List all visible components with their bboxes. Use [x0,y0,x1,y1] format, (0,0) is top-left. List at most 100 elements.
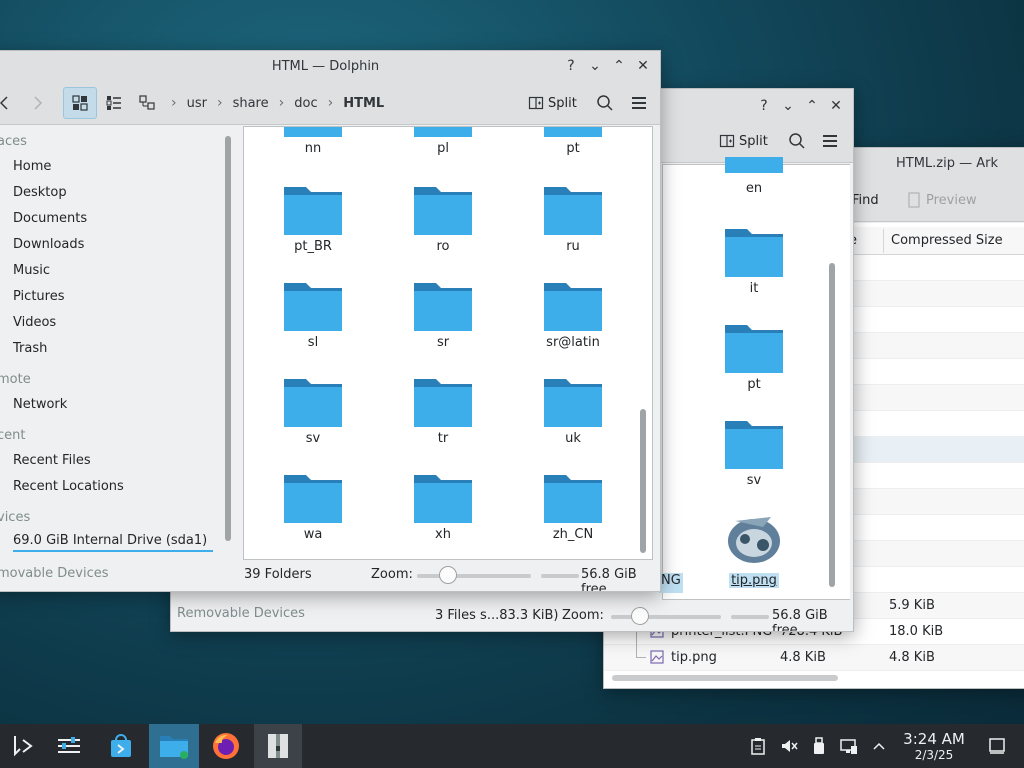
sidebar-item-music[interactable]: Music [13,263,50,278]
minimize-icon[interactable]: ⌄ [779,98,797,114]
sidebar-item-pictures[interactable]: Pictures [13,289,64,304]
dolphin-titlebar[interactable]: HTML — Dolphin [0,51,660,81]
sidebar-item-label: Network [13,397,68,412]
clipboard-icon[interactable] [750,737,766,755]
forward-button[interactable] [31,91,45,115]
sidebar-item-videos[interactable]: Videos [13,315,56,330]
help-icon[interactable]: ? [755,98,773,114]
search-button[interactable] [596,91,614,115]
chevron-right-icon: › [278,95,285,111]
folder-item[interactable]: pt [699,321,809,392]
folder-icon [284,187,342,235]
split-button[interactable]: Split [528,91,577,115]
breadcrumb-share[interactable]: share [233,96,269,111]
folder-item[interactable]: ru [518,183,628,254]
menu-button[interactable] [630,91,648,115]
sidebar-item-internal-drive[interactable]: 69.0 GiB Internal Drive (sda1) [13,533,207,548]
close-icon[interactable]: ✕ [827,98,845,114]
clock[interactable]: 3:24 AM 2/3/25 [898,730,970,762]
table-row[interactable]: tip.png 4.8 KiB 4.8 KiB [604,625,1024,671]
dolphin2-scroll-thumb[interactable] [829,263,835,587]
folder-item[interactable]: wa [258,471,368,542]
dolphin-task[interactable] [149,724,199,768]
folder-icon [414,283,472,331]
folder-item[interactable]: xh [388,471,498,542]
zoom-slider-knob[interactable] [439,566,457,584]
dolphin2-zoom-slider[interactable] [611,615,721,619]
breadcrumb-usr[interactable]: usr [187,96,207,111]
breadcrumb-doc[interactable]: doc [294,96,317,111]
file-item-tip[interactable]: tip.png [699,509,809,588]
icons-view-button[interactable] [63,87,97,119]
folder-item[interactable]: sr@latin [518,279,628,350]
sidebar-item-recent-locations[interactable]: Recent Locations [13,479,124,494]
chevron-up-icon[interactable] [872,739,886,753]
close-icon[interactable]: ✕ [634,58,652,74]
sidebar-item-documents[interactable]: Documents [13,211,87,226]
app-launcher-button[interactable] [0,724,46,768]
zoom-slider[interactable] [417,574,531,578]
folder-item[interactable]: ro [388,183,498,254]
dolphin2-split-button[interactable]: Split [719,129,768,153]
sidebar-item-trash[interactable]: Trash [13,341,47,356]
sidebar-item-home[interactable]: Home [13,159,51,174]
sidebar-item-downloads[interactable]: Downloads [13,237,84,252]
dolphin2-menu-button[interactable] [821,129,839,153]
folder-item[interactable]: uk [518,375,628,446]
show-desktop-icon[interactable] [988,737,1006,755]
folder-item[interactable]: pt [518,127,628,156]
ark-find-button[interactable]: Find [852,188,879,212]
sidebar-item-recent-files[interactable]: Recent Files [13,453,91,468]
file-view: nn pl pt pt_BR ro ru sl sr sr@latin sv t… [243,126,653,560]
folder-label: tr [437,431,449,446]
folder-item[interactable]: zh_CN [518,471,628,542]
dolphin2-scrollbar[interactable] [829,263,835,587]
devices-header: vices [0,510,31,525]
system-settings-task[interactable] [46,724,92,768]
folder-label: ru [566,239,580,254]
chevron-right-icon: › [216,95,223,111]
chevron-right-icon [34,96,43,110]
folder-item[interactable]: sv [258,375,368,446]
dolphin2-zoom-label: Zoom: [562,608,604,623]
archive-icon [268,734,288,758]
folder-item[interactable]: tr [388,375,498,446]
discover-task[interactable] [98,724,144,768]
folder-item[interactable]: sv [699,417,809,488]
sidebar-item-network[interactable]: Network [13,397,67,412]
folder-item[interactable]: pl [388,127,498,156]
compact-view-button[interactable] [106,91,122,115]
places-scrollbar[interactable] [225,136,231,541]
maximize-icon[interactable]: ⌃ [610,58,628,74]
folder-item[interactable]: sl [258,279,368,350]
dolphin2-removable-devices[interactable]: Removable Devices [177,606,305,621]
folder-label: sv [746,473,762,488]
folder-item[interactable]: en [699,157,809,196]
details-view-button[interactable] [139,91,157,115]
firefox-task[interactable] [203,724,249,768]
folder-item[interactable]: it [699,225,809,296]
dolphin2-search-button[interactable] [788,129,806,153]
dolphin2-zoom-knob[interactable] [631,607,649,625]
ark-preview-button[interactable]: Preview [906,188,977,212]
network-wired-icon[interactable] [840,737,858,755]
maximize-icon[interactable]: ⌃ [803,98,821,114]
file-view-scrollbar[interactable] [640,129,646,553]
help-icon[interactable]: ? [562,58,580,74]
volume-muted-icon[interactable] [780,737,798,755]
back-button[interactable] [0,91,11,115]
dolphin2-partial-file[interactable]: NG [659,573,683,593]
folder-item[interactable]: pt_BR [258,183,368,254]
file-view-scroll-thumb[interactable] [640,409,646,553]
places-scroll-thumb[interactable] [225,136,231,541]
partial-file-label: NG [661,573,681,588]
ark-hscrollbar[interactable] [612,675,838,681]
usb-device-icon[interactable] [812,737,826,755]
folder-item[interactable]: nn [258,127,368,156]
sidebar-item-desktop[interactable]: Desktop [13,185,67,200]
ark-col-compressed[interactable]: Compressed Size [891,233,1003,248]
minimize-icon[interactable]: ⌄ [586,58,604,74]
folder-item[interactable]: sr [388,279,498,350]
ark-task[interactable] [254,724,302,768]
breadcrumb-html[interactable]: HTML [343,96,384,111]
